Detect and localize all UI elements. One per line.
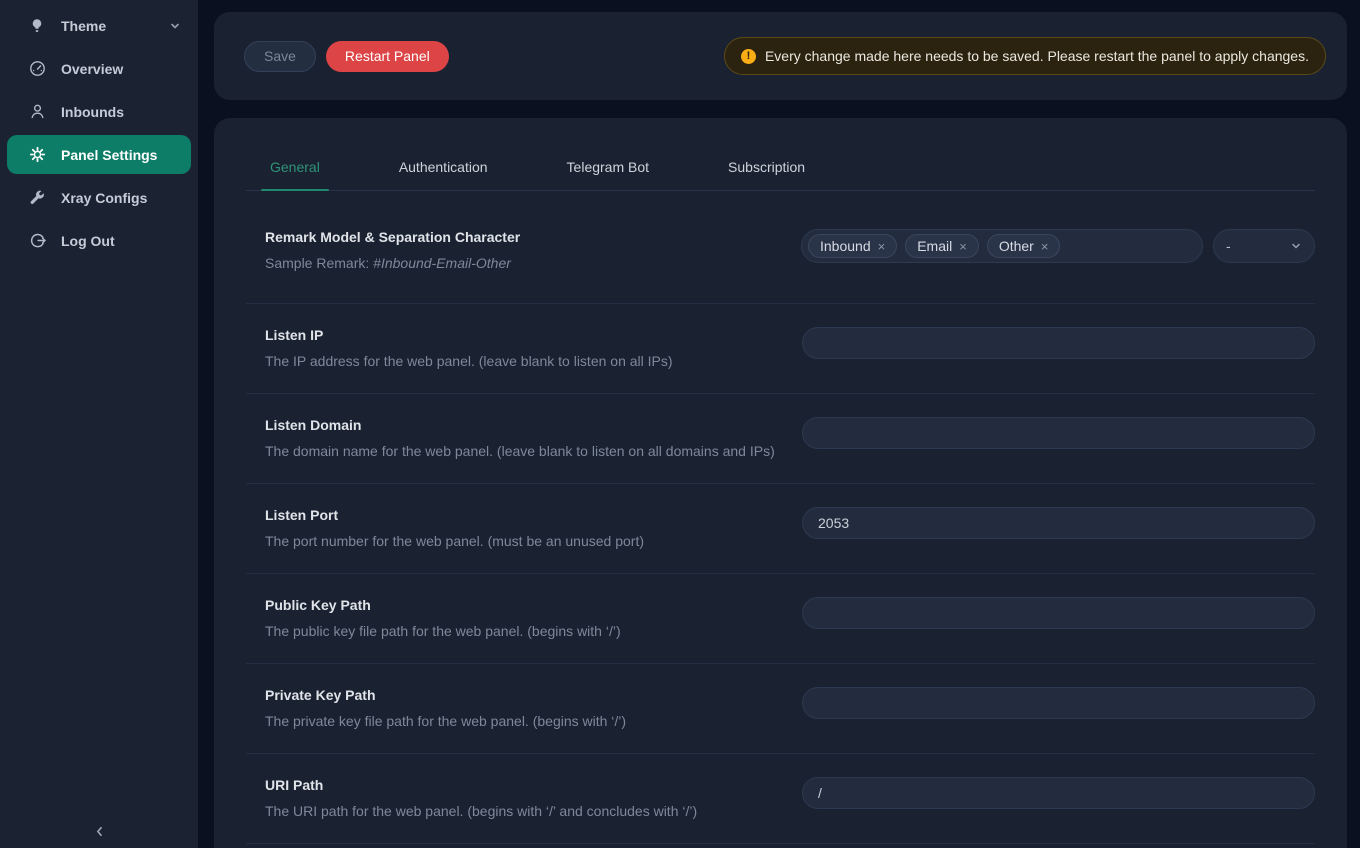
user-icon <box>28 103 46 121</box>
form-row-uri-path: URI Path The URI path for the web panel.… <box>246 754 1315 844</box>
tag-email: Email × <box>905 234 979 258</box>
sidebar-item-label: Log Out <box>61 233 115 249</box>
tab-telegram-bot[interactable]: Telegram Bot <box>558 138 658 190</box>
sidebar-item-overview[interactable]: Overview <box>7 49 191 88</box>
form-row-listen-ip: Listen IP The IP address for the web pan… <box>246 304 1315 394</box>
sidebar-item-theme[interactable]: Theme <box>7 6 191 45</box>
main-content: Save Restart Panel ! Every change made h… <box>198 0 1360 848</box>
form-row-private-key-path: Private Key Path The private key file pa… <box>246 664 1315 754</box>
exclamation-circle-icon: ! <box>741 49 756 64</box>
form-row-listen-domain: Listen Domain The domain name for the we… <box>246 394 1315 484</box>
select-value: - <box>1226 238 1231 254</box>
sidebar-item-label: Inbounds <box>61 104 124 120</box>
private-key-path-input[interactable] <box>802 687 1315 719</box>
remark-model-tag-input[interactable]: Inbound × Email × Other × <box>801 229 1203 263</box>
sidebar-item-xray-configs[interactable]: Xray Configs <box>7 178 191 217</box>
logout-icon <box>28 232 46 250</box>
restart-warning-alert: ! Every change made here needs to be sav… <box>724 37 1326 75</box>
field-label: Remark Model & Separation Character <box>265 229 520 246</box>
field-label: Listen Domain <box>265 417 775 434</box>
tag-inbound: Inbound × <box>808 234 897 258</box>
settings-tabs: General Authentication Telegram Bot Subs… <box>246 138 1315 191</box>
sidebar-item-log-out[interactable]: Log Out <box>7 221 191 260</box>
chevron-left-icon <box>93 825 106 838</box>
tab-authentication[interactable]: Authentication <box>390 138 497 190</box>
field-label: URI Path <box>265 777 697 794</box>
chevron-down-icon <box>169 20 181 32</box>
listen-ip-input[interactable] <box>802 327 1315 359</box>
form-row-listen-port: Listen Port The port number for the web … <box>246 484 1315 574</box>
field-label: Listen IP <box>265 327 673 344</box>
field-label: Public Key Path <box>265 597 621 614</box>
form-row-remark-model: Remark Model & Separation Character Samp… <box>246 191 1315 304</box>
uri-path-input[interactable] <box>802 777 1315 809</box>
field-description: Sample Remark: #Inbound-Email-Other <box>265 255 520 272</box>
restart-panel-button[interactable]: Restart Panel <box>326 41 449 72</box>
field-description: The private key file path for the web pa… <box>265 713 626 730</box>
sidebar-collapse-button[interactable] <box>0 818 198 844</box>
field-description: The port number for the web panel. (must… <box>265 533 644 550</box>
field-description: The domain name for the web panel. (leav… <box>265 443 775 460</box>
tag-other: Other × <box>987 234 1061 258</box>
close-icon[interactable]: × <box>959 240 967 253</box>
lightbulb-icon <box>28 17 46 35</box>
listen-port-input[interactable] <box>802 507 1315 539</box>
sidebar-item-inbounds[interactable]: Inbounds <box>7 92 191 131</box>
chevron-down-icon <box>1290 240 1302 252</box>
form-row-public-key-path: Public Key Path The public key file path… <box>246 574 1315 664</box>
separation-character-select[interactable]: - <box>1213 229 1315 263</box>
field-description: The public key file path for the web pan… <box>265 623 621 640</box>
close-icon[interactable]: × <box>878 240 886 253</box>
sidebar-item-label: Panel Settings <box>61 147 157 163</box>
tab-subscription[interactable]: Subscription <box>719 138 814 190</box>
field-description: The URI path for the web panel. (begins … <box>265 803 697 820</box>
sidebar-item-label: Xray Configs <box>61 190 147 206</box>
gear-icon <box>28 146 46 164</box>
action-bar: Save Restart Panel ! Every change made h… <box>214 12 1347 100</box>
alert-text: Every change made here needs to be saved… <box>765 48 1309 64</box>
tab-general[interactable]: General <box>261 138 329 190</box>
dashboard-icon <box>28 60 46 78</box>
wrench-icon <box>28 189 46 207</box>
field-label: Private Key Path <box>265 687 626 704</box>
sidebar: Theme Overview Inbounds <box>0 0 198 848</box>
field-description: The IP address for the web panel. (leave… <box>265 353 673 370</box>
sidebar-item-label: Theme <box>61 18 106 34</box>
listen-domain-input[interactable] <box>802 417 1315 449</box>
settings-card: General Authentication Telegram Bot Subs… <box>214 118 1347 848</box>
sidebar-nav: Theme Overview Inbounds <box>0 0 198 260</box>
field-label: Listen Port <box>265 507 644 524</box>
save-button[interactable]: Save <box>244 41 316 72</box>
general-settings-form: Remark Model & Separation Character Samp… <box>246 191 1315 844</box>
public-key-path-input[interactable] <box>802 597 1315 629</box>
sidebar-item-panel-settings[interactable]: Panel Settings <box>7 135 191 174</box>
close-icon[interactable]: × <box>1041 240 1049 253</box>
sidebar-item-label: Overview <box>61 61 123 77</box>
